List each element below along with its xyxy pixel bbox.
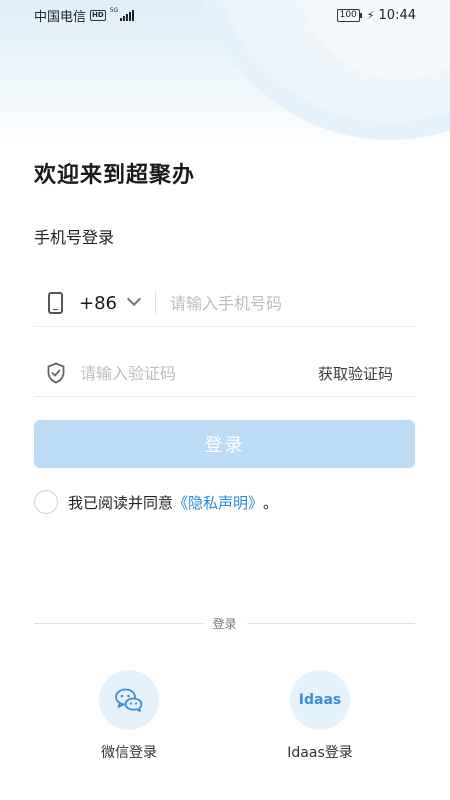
agreement-checkbox[interactable] — [34, 490, 58, 514]
wechat-login-button[interactable]: 微信登录 — [69, 670, 189, 762]
privacy-statement-link[interactable]: 《隐私声明》 — [173, 492, 263, 513]
idaas-login-button[interactable]: Idaas Idaas登录 — [260, 670, 380, 762]
wechat-icon — [115, 688, 143, 712]
clock: 10:44 — [378, 7, 416, 23]
page-title: 欢迎来到超聚办 — [34, 163, 196, 188]
idaas-icon: Idaas — [298, 692, 342, 708]
login-method-title: 手机号登录 — [34, 228, 115, 247]
agreement-row: 我已阅读并同意 《隐私声明》 。 — [34, 490, 278, 514]
login-button[interactable]: 登录 — [34, 420, 415, 468]
signal-icon — [120, 9, 135, 21]
divider-line-left — [34, 622, 203, 624]
wechat-login-label: 微信登录 — [101, 745, 157, 761]
field-divider — [155, 292, 156, 314]
wechat-icon-circle[interactable] — [99, 670, 159, 730]
battery-icon: 100 — [336, 8, 363, 22]
idaas-icon-circle[interactable]: Idaas — [290, 670, 350, 730]
chevron-down-icon[interactable] — [126, 291, 142, 307]
phone-input[interactable] — [170, 293, 415, 313]
status-left: 中国电信 HD 5G — [34, 6, 135, 25]
country-code[interactable]: +86 — [79, 293, 117, 314]
status-right: 100 ⚡ 10:44 — [336, 7, 416, 23]
get-code-button[interactable]: 获取验证码 — [318, 363, 393, 384]
code-row: 获取验证码 — [34, 350, 415, 397]
shield-check-icon — [47, 362, 65, 384]
carrier-name: 中国电信 — [34, 9, 87, 25]
hd-badge: HD — [90, 9, 106, 21]
divider-line-right — [246, 622, 416, 624]
agreement-text: 我已阅读并同意 — [68, 493, 174, 512]
mobile-phone-icon — [48, 292, 63, 314]
phone-row: +86 — [34, 280, 415, 327]
divider-label: 登录 — [212, 616, 237, 631]
verification-code-input[interactable] — [80, 363, 318, 383]
idaas-login-label: Idaas登录 — [287, 745, 353, 761]
agreement-suffix: 。 — [263, 493, 279, 512]
other-login-divider: 登录 — [34, 614, 416, 632]
charging-icon: ⚡ — [366, 8, 375, 22]
status-bar: 中国电信 HD 5G 100 ⚡ 10:44 — [0, 0, 450, 30]
network-type: 5G — [109, 6, 119, 14]
